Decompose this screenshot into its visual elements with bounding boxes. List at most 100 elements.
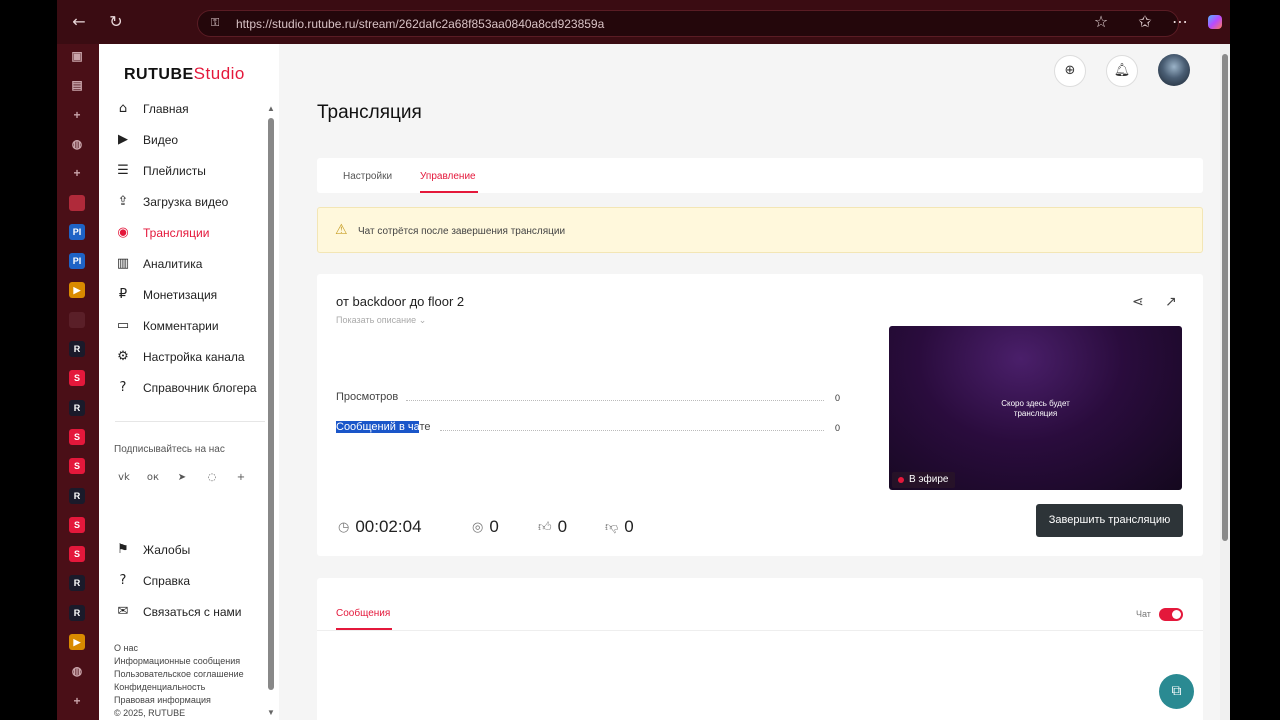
r-icon[interactable]: R	[69, 487, 85, 504]
sidebar-item-streams[interactable]: ◉ Трансляции	[115, 221, 275, 245]
viber-icon[interactable]: ◌	[203, 469, 221, 487]
footer-link[interactable]: О нас	[114, 643, 138, 653]
thumbs-up-icon: 👍︎	[538, 519, 552, 535]
sidebar-item-label: Трансляции	[143, 226, 210, 240]
footer-link[interactable]: © 2025, RUTUBE	[114, 708, 185, 718]
favorites-icon[interactable]: ✩	[1135, 12, 1155, 32]
analytics-icon: ▥	[116, 256, 130, 271]
end-stream-button[interactable]: Завершить трансляцию	[1036, 504, 1183, 537]
page-scroll-thumb[interactable]	[1222, 54, 1228, 541]
notifications-bell-icon[interactable]: 🔔︎	[1106, 55, 1138, 87]
footer-link[interactable]: Информационные сообщения	[114, 656, 240, 666]
sidebar-item-label: Справка	[143, 574, 191, 588]
share-icon[interactable]: ⋖	[1132, 294, 1144, 310]
tab-settings[interactable]: Настройки	[343, 171, 392, 182]
scroll-down-icon[interactable]: ▼	[267, 708, 275, 717]
tab-messages[interactable]: Сообщения	[336, 608, 390, 619]
s-icon[interactable]: S	[69, 516, 85, 533]
chat-toggle[interactable]	[1159, 608, 1183, 621]
r-icon[interactable]: R	[69, 399, 85, 416]
footer-link[interactable]: Правовая информация	[114, 695, 211, 705]
r-icon[interactable]: R	[69, 604, 85, 621]
more-social-icon[interactable]: +	[232, 469, 250, 487]
sidebar-item-analytics[interactable]: ▥ Аналитика	[115, 252, 275, 276]
likes-value: 0	[557, 517, 568, 536]
plus-icon[interactable]: +	[69, 165, 85, 181]
s-icon[interactable]: S	[69, 428, 85, 445]
chat-card: Сообщения Чат	[317, 578, 1203, 720]
footer-link[interactable]: Конфиденциальность	[114, 682, 205, 692]
sidebar-item-complaints[interactable]: ⚑ Жалобы	[115, 538, 275, 562]
copilot-icon[interactable]	[1205, 12, 1225, 32]
back-icon[interactable]: ←	[69, 12, 89, 32]
vk-icon[interactable]: vk	[115, 469, 133, 487]
plus-icon[interactable]: +	[69, 107, 85, 123]
sidebar-item-blogger-guide[interactable]: ? Справочник блогера	[115, 376, 275, 400]
active-tab-indicator	[420, 191, 478, 193]
ok-icon[interactable]: ок	[144, 469, 162, 487]
preview-placeholder: Скоро здесь будет трансляция	[889, 399, 1182, 419]
scroll-up-icon[interactable]: ▲	[267, 104, 275, 113]
site-info-icon[interactable]: ⚿	[211, 17, 223, 30]
sidebar-item-monetization[interactable]: ₽ Монетизация	[115, 283, 275, 307]
sidebar-scrollbar[interactable]: ▲ ▼	[267, 104, 275, 720]
comments-icon: ▭	[116, 318, 130, 333]
sidebar-item-help[interactable]: ? Справка	[115, 569, 275, 593]
s-icon[interactable]: S	[69, 370, 85, 387]
footer-link[interactable]: Пользовательское соглашение	[114, 669, 244, 679]
stream-card: от backdoor до floor 2 Показать описание…	[317, 274, 1203, 556]
sidebar-item-playlists[interactable]: ☰ Плейлисты	[115, 159, 275, 183]
more-menu-icon[interactable]: ⋯	[1170, 12, 1190, 32]
r-icon[interactable]: R	[69, 341, 85, 357]
support-chat-button[interactable]: ⧉	[1159, 674, 1194, 709]
telegram-icon[interactable]: ➤	[173, 469, 191, 487]
stat-label-messages-rest: те	[419, 421, 431, 433]
sidebar-item-label: Связаться с нами	[143, 605, 242, 619]
stream-preview[interactable]: Скоро здесь будет трансляция В эфире	[889, 326, 1182, 490]
globe-icon[interactable]: ◍	[69, 663, 85, 679]
sidebar-item-label: Справочник блогера	[143, 381, 257, 395]
page-scrollbar[interactable]	[1220, 44, 1230, 720]
playlists-icon: ☰	[117, 163, 129, 178]
reload-icon[interactable]: ↻	[106, 12, 126, 32]
sidebar-item-home[interactable]: ⌂ Главная	[115, 97, 275, 121]
red-dot-icon[interactable]	[69, 194, 85, 211]
plus-icon[interactable]: +	[69, 693, 85, 709]
live-dot-icon	[898, 477, 904, 483]
sidebar-item-contact[interactable]: ✉ Связаться с нами	[115, 600, 275, 624]
rutube-studio-logo[interactable]: RUTUBEStudio	[124, 64, 245, 84]
bookmark-star-icon[interactable]: ☆	[1091, 12, 1111, 32]
monetization-icon: ₽	[118, 287, 128, 302]
dotted-leader	[406, 400, 824, 401]
globe-icon[interactable]: ◍	[69, 136, 85, 152]
sidebar-item-comments[interactable]: ▭ Комментарии	[115, 314, 275, 338]
s-icon[interactable]: S	[69, 458, 85, 475]
avatar[interactable]	[1158, 54, 1190, 86]
help-icon: ?	[119, 573, 127, 588]
s-icon[interactable]: S	[69, 546, 85, 563]
dotted-leader	[440, 430, 824, 431]
sidebar-item-label: Жалобы	[143, 543, 191, 557]
blogger-guide-icon: ?	[119, 380, 127, 395]
sidebar-item-upload[interactable]: ⇪ Загрузка видео	[115, 190, 275, 214]
show-description-toggle[interactable]: Показать описание ⌄	[336, 315, 426, 326]
window-icon[interactable]: ▣	[69, 48, 85, 64]
url-text: https://studio.rutube.ru/stream/262dafc2…	[236, 17, 605, 31]
sidebar-item-channel-settings[interactable]: ⚙ Настройка канала	[115, 345, 275, 369]
live-label: В эфире	[909, 474, 949, 485]
open-external-icon[interactable]: ↗	[1165, 294, 1177, 310]
pi-icon[interactable]: PI	[69, 223, 85, 240]
address-bar[interactable]: ⚿ https://studio.rutube.ru/stream/262daf…	[197, 10, 1179, 37]
dark-icon[interactable]	[69, 311, 85, 328]
clock-icon: ◷	[338, 519, 350, 535]
upload-button[interactable]: ⊕	[1054, 55, 1086, 87]
studio-page: RUTUBEStudio ⌂ Главная ▶ Видео ☰ Плейлисты ⇪ За…	[99, 44, 1230, 720]
sidebar-item-video[interactable]: ▶ Видео	[115, 128, 275, 152]
r-icon[interactable]: R	[69, 575, 85, 592]
box-icon[interactable]: ▤	[69, 77, 85, 93]
play-icon[interactable]: ▶	[69, 282, 85, 299]
pi-icon[interactable]: PI	[69, 253, 85, 270]
sidebar-scroll-thumb[interactable]	[268, 118, 274, 690]
tab-manage[interactable]: Управление	[420, 171, 476, 182]
play-icon[interactable]: ▶	[69, 634, 85, 650]
